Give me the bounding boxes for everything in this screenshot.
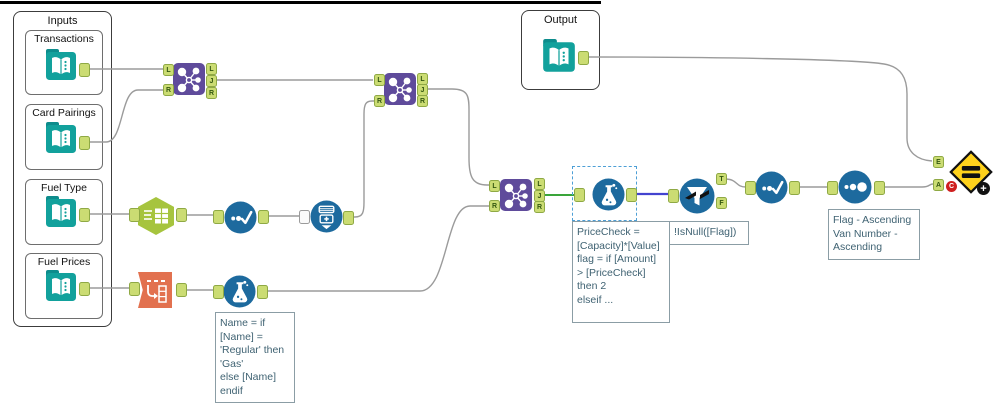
anchor-label: E — [936, 158, 941, 166]
wire-formula1-join3[interactable] — [263, 205, 489, 292]
output-anchor[interactable] — [578, 51, 589, 65]
anchor-label: L — [537, 180, 542, 188]
join-input-right-anchor[interactable]: R — [374, 95, 385, 107]
unique-tool-icon[interactable] — [755, 171, 788, 209]
anchor-label: T — [719, 175, 724, 183]
formula-annotation[interactable]: Name = if [Name] = 'Regular' then 'Gas' … — [215, 312, 295, 403]
union-tool-icon[interactable] — [310, 200, 343, 238]
formula-annotation[interactable]: PriceCheck = [Capacity]*[Value] flag = i… — [572, 221, 670, 323]
join-output-right-anchor[interactable]: R — [417, 95, 428, 107]
unique-tool-icon[interactable] — [224, 201, 257, 239]
formula-tool-icon[interactable] — [223, 275, 256, 313]
join-tool-icon[interactable] — [500, 179, 532, 216]
anchor-label: R — [165, 86, 172, 94]
output-anchor[interactable] — [258, 210, 269, 224]
output-anchor[interactable] — [257, 285, 268, 299]
anchor-label: R — [419, 97, 426, 105]
input-anchor[interactable] — [745, 181, 756, 195]
input-anchor[interactable] — [129, 282, 140, 296]
filter-true-anchor[interactable]: T — [716, 173, 727, 185]
anchor-label: R — [376, 97, 383, 105]
wire-union-join2[interactable] — [352, 100, 374, 218]
output-anchor[interactable] — [176, 208, 187, 222]
workflow-canvas: Inputs Output Transactions Card Pairings… — [0, 0, 999, 414]
join-input-left-anchor[interactable]: L — [163, 64, 174, 76]
input-anchor[interactable] — [574, 188, 585, 202]
input-anchor[interactable] — [827, 181, 838, 195]
anchor-label: J — [209, 77, 214, 85]
transpose-glyph — [147, 280, 167, 303]
input-data-icon[interactable] — [44, 121, 78, 162]
output-anchor[interactable] — [176, 283, 187, 297]
filter-annotation[interactable]: !IsNull([Flag]) — [669, 221, 749, 245]
formula-tool-icon[interactable] — [592, 178, 625, 216]
input-data-icon[interactable] — [44, 269, 78, 310]
input-data-icon[interactable] — [44, 48, 78, 89]
anchor-label: R — [208, 89, 215, 97]
sort-annotation[interactable]: Flag - Ascending Van Number - Ascending — [828, 209, 920, 260]
compare-expected-anchor[interactable]: E — [933, 156, 944, 168]
join-input-right-anchor[interactable]: R — [163, 84, 174, 96]
join-tool-icon[interactable] — [173, 63, 205, 100]
join-input-left-anchor[interactable]: L — [374, 74, 385, 86]
filter-tool-icon[interactable] — [679, 178, 715, 219]
wire-join2-join3[interactable] — [426, 88, 489, 186]
wire-output-compare[interactable] — [587, 56, 933, 162]
output-anchor[interactable] — [79, 282, 90, 296]
compare-c-badge: C — [946, 181, 957, 192]
union-multi-input-anchor[interactable] — [299, 210, 310, 224]
anchor-label: L — [492, 182, 497, 190]
join-tool-icon[interactable] — [384, 73, 416, 110]
output-anchor[interactable] — [343, 211, 354, 225]
input-anchor[interactable] — [668, 189, 679, 203]
anchor-label: L — [209, 65, 214, 73]
input-anchor[interactable] — [213, 210, 224, 224]
input-anchor[interactable] — [213, 285, 224, 299]
anchor-label: L — [377, 76, 382, 84]
anchor-label: F — [719, 199, 724, 207]
join-output-right-anchor[interactable]: R — [206, 87, 217, 99]
text-to-columns-glyph — [144, 208, 168, 224]
input-data-icon[interactable] — [44, 195, 78, 236]
join-output-left-anchor[interactable]: L — [206, 63, 217, 75]
join-output-join-anchor[interactable]: J — [206, 75, 217, 87]
join-output-right-anchor[interactable]: R — [534, 201, 545, 213]
output-anchor[interactable] — [79, 63, 90, 77]
anchor-label: L — [166, 66, 171, 74]
compare-plus-badge: + — [977, 182, 990, 195]
output-anchor[interactable] — [789, 181, 800, 195]
wire-filter-unique2[interactable] — [724, 178, 747, 188]
output-anchor[interactable] — [626, 188, 637, 202]
sort-tool-icon[interactable] — [838, 170, 872, 209]
anchor-label: L — [420, 75, 425, 83]
output-data-icon[interactable] — [541, 38, 577, 81]
join-output-left-anchor[interactable]: L — [534, 178, 545, 190]
anchor-label: R — [491, 202, 498, 210]
compare-actual-anchor[interactable]: A — [933, 179, 944, 191]
wire-sort-compare[interactable] — [883, 183, 934, 188]
filter-false-anchor[interactable]: F — [716, 197, 727, 209]
wire-cardpairings-join1[interactable] — [88, 89, 163, 143]
input-anchor[interactable] — [129, 208, 140, 222]
output-anchor[interactable] — [874, 181, 885, 195]
output-anchor[interactable] — [79, 136, 90, 150]
anchor-label: J — [420, 86, 425, 94]
output-anchor[interactable] — [79, 208, 90, 222]
anchor-label: A — [935, 181, 942, 189]
anchor-label: J — [537, 192, 542, 200]
join-input-left-anchor[interactable]: L — [489, 180, 500, 192]
join-input-right-anchor[interactable]: R — [489, 200, 500, 212]
anchor-label: R — [536, 203, 543, 211]
